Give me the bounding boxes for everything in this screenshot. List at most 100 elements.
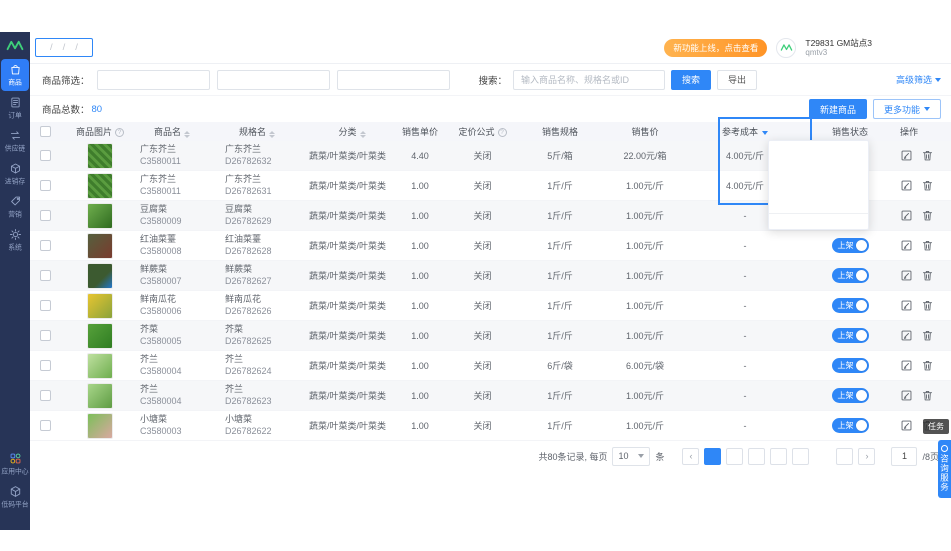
sidebar-item[interactable]: 系统: [1, 224, 29, 256]
status-toggle[interactable]: 上架: [831, 388, 869, 403]
avatar[interactable]: [776, 37, 797, 58]
row-checkbox[interactable]: [39, 270, 51, 281]
status-toggle[interactable]: 上架: [831, 238, 869, 253]
page-jump-input[interactable]: [891, 446, 918, 466]
table-header-cell[interactable]: 销售单价: [395, 125, 445, 138]
category-select[interactable]: [336, 69, 450, 90]
row-checkbox[interactable]: [39, 180, 51, 191]
status-toggle[interactable]: 上架: [831, 328, 869, 343]
row-checkbox[interactable]: [39, 420, 51, 431]
page-button[interactable]: [726, 447, 744, 465]
topbar-action-icon[interactable]: [904, 41, 918, 55]
edit-icon[interactable]: [900, 239, 913, 252]
sidebar-item[interactable]: 进销存: [1, 158, 29, 190]
per-page-select[interactable]: 10: [612, 446, 651, 466]
edit-icon[interactable]: [900, 389, 913, 402]
delete-icon[interactable]: [921, 359, 934, 372]
row-checkbox[interactable]: [39, 330, 51, 341]
delete-icon[interactable]: [921, 179, 934, 192]
row-checkbox[interactable]: [39, 210, 51, 221]
delete-icon[interactable]: [921, 209, 934, 222]
table-header-cell[interactable]: 销售价: [600, 125, 690, 138]
dropdown-item[interactable]: [769, 143, 868, 157]
delete-icon[interactable]: [921, 389, 934, 402]
edit-icon[interactable]: [900, 359, 913, 372]
delete-icon[interactable]: [921, 149, 934, 162]
sidebar-item[interactable]: 低码平台: [1, 481, 29, 513]
product-image[interactable]: [87, 352, 113, 379]
row-checkbox[interactable]: [39, 390, 51, 401]
status-toggle[interactable]: 上架: [831, 298, 869, 313]
create-product-button[interactable]: 新建商品: [808, 99, 867, 119]
dropdown-item[interactable]: [769, 171, 868, 185]
edit-icon[interactable]: [900, 149, 913, 162]
new-feature-badge[interactable]: 新功能上线，点击查看: [664, 38, 768, 57]
product-image[interactable]: [87, 232, 113, 259]
topbar-action-icon[interactable]: [927, 41, 941, 55]
dropdown-item[interactable]: [769, 199, 868, 213]
edit-icon[interactable]: [900, 299, 913, 312]
table-header-cell[interactable]: 商品名: [140, 125, 225, 138]
status-toggle[interactable]: 上架: [831, 418, 869, 433]
row-checkbox[interactable]: [39, 240, 51, 251]
breadcrumb-item[interactable]: [70, 42, 83, 53]
sidebar-item[interactable]: 营销: [1, 191, 29, 223]
dropdown-item[interactable]: [769, 213, 868, 227]
dropdown-item[interactable]: [769, 185, 868, 199]
edit-icon[interactable]: [900, 269, 913, 282]
edit-icon[interactable]: [900, 419, 913, 432]
product-image[interactable]: [87, 142, 113, 169]
product-image[interactable]: [87, 292, 113, 319]
product-image[interactable]: [87, 262, 113, 289]
category-select[interactable]: [96, 69, 210, 90]
table-header-cell[interactable]: 商品图片 ?: [60, 125, 140, 138]
delete-icon[interactable]: [921, 269, 934, 282]
advanced-filter-link[interactable]: 高级筛选: [896, 73, 941, 86]
table-header-cell[interactable]: 操作: [900, 125, 951, 138]
sidebar-item[interactable]: 订单: [1, 92, 29, 124]
page-button[interactable]: [836, 447, 854, 465]
page-button[interactable]: [814, 448, 831, 465]
edit-icon[interactable]: [900, 179, 913, 192]
product-image[interactable]: [87, 322, 113, 349]
table-header-cell[interactable]: 销售规格: [520, 125, 600, 138]
table-header-cell[interactable]: 规格名: [225, 125, 305, 138]
topbar-action-icon[interactable]: [881, 41, 895, 55]
sidebar-item[interactable]: 应用中心: [1, 448, 29, 480]
edit-icon[interactable]: [900, 329, 913, 342]
table-header-cell[interactable]: 销售状态: [800, 125, 900, 138]
delete-icon[interactable]: [921, 329, 934, 342]
table-header-cell[interactable]: 定价公式 ?: [445, 125, 520, 138]
row-checkbox[interactable]: [39, 300, 51, 311]
status-toggle[interactable]: 上架: [831, 358, 869, 373]
service-tab[interactable]: 咨询服务: [938, 440, 951, 498]
more-actions-button[interactable]: 更多功能: [872, 99, 941, 119]
category-select[interactable]: [216, 69, 330, 90]
row-checkbox[interactable]: [39, 150, 51, 161]
search-button[interactable]: 搜索: [671, 69, 712, 90]
status-toggle[interactable]: 上架: [831, 268, 869, 283]
export-button[interactable]: 导出: [717, 69, 758, 90]
page-button[interactable]: [748, 447, 766, 465]
breadcrumb-item[interactable]: [58, 42, 71, 53]
select-all-checkbox[interactable]: [39, 126, 51, 137]
sidebar-item[interactable]: 商品: [1, 59, 29, 91]
delete-icon[interactable]: [921, 299, 934, 312]
page-button[interactable]: [704, 447, 722, 465]
product-image[interactable]: [87, 172, 113, 199]
account-info[interactable]: T29831 GM站点3 qmtv3: [805, 38, 872, 58]
edit-icon[interactable]: [900, 209, 913, 222]
next-page-button[interactable]: ›: [858, 447, 876, 465]
page-button[interactable]: [770, 447, 788, 465]
dropdown-item[interactable]: [769, 157, 868, 171]
page-button[interactable]: [792, 447, 810, 465]
search-input[interactable]: [513, 69, 666, 90]
product-image[interactable]: [87, 382, 113, 409]
breadcrumb-item[interactable]: [45, 42, 58, 53]
table-header-cell[interactable]: 参考成本: [690, 125, 800, 138]
row-checkbox[interactable]: [39, 360, 51, 371]
delete-icon[interactable]: [921, 239, 934, 252]
product-image[interactable]: [87, 202, 113, 229]
sidebar-item[interactable]: 供应链: [1, 125, 29, 157]
table-header-cell[interactable]: 分类: [305, 125, 395, 138]
